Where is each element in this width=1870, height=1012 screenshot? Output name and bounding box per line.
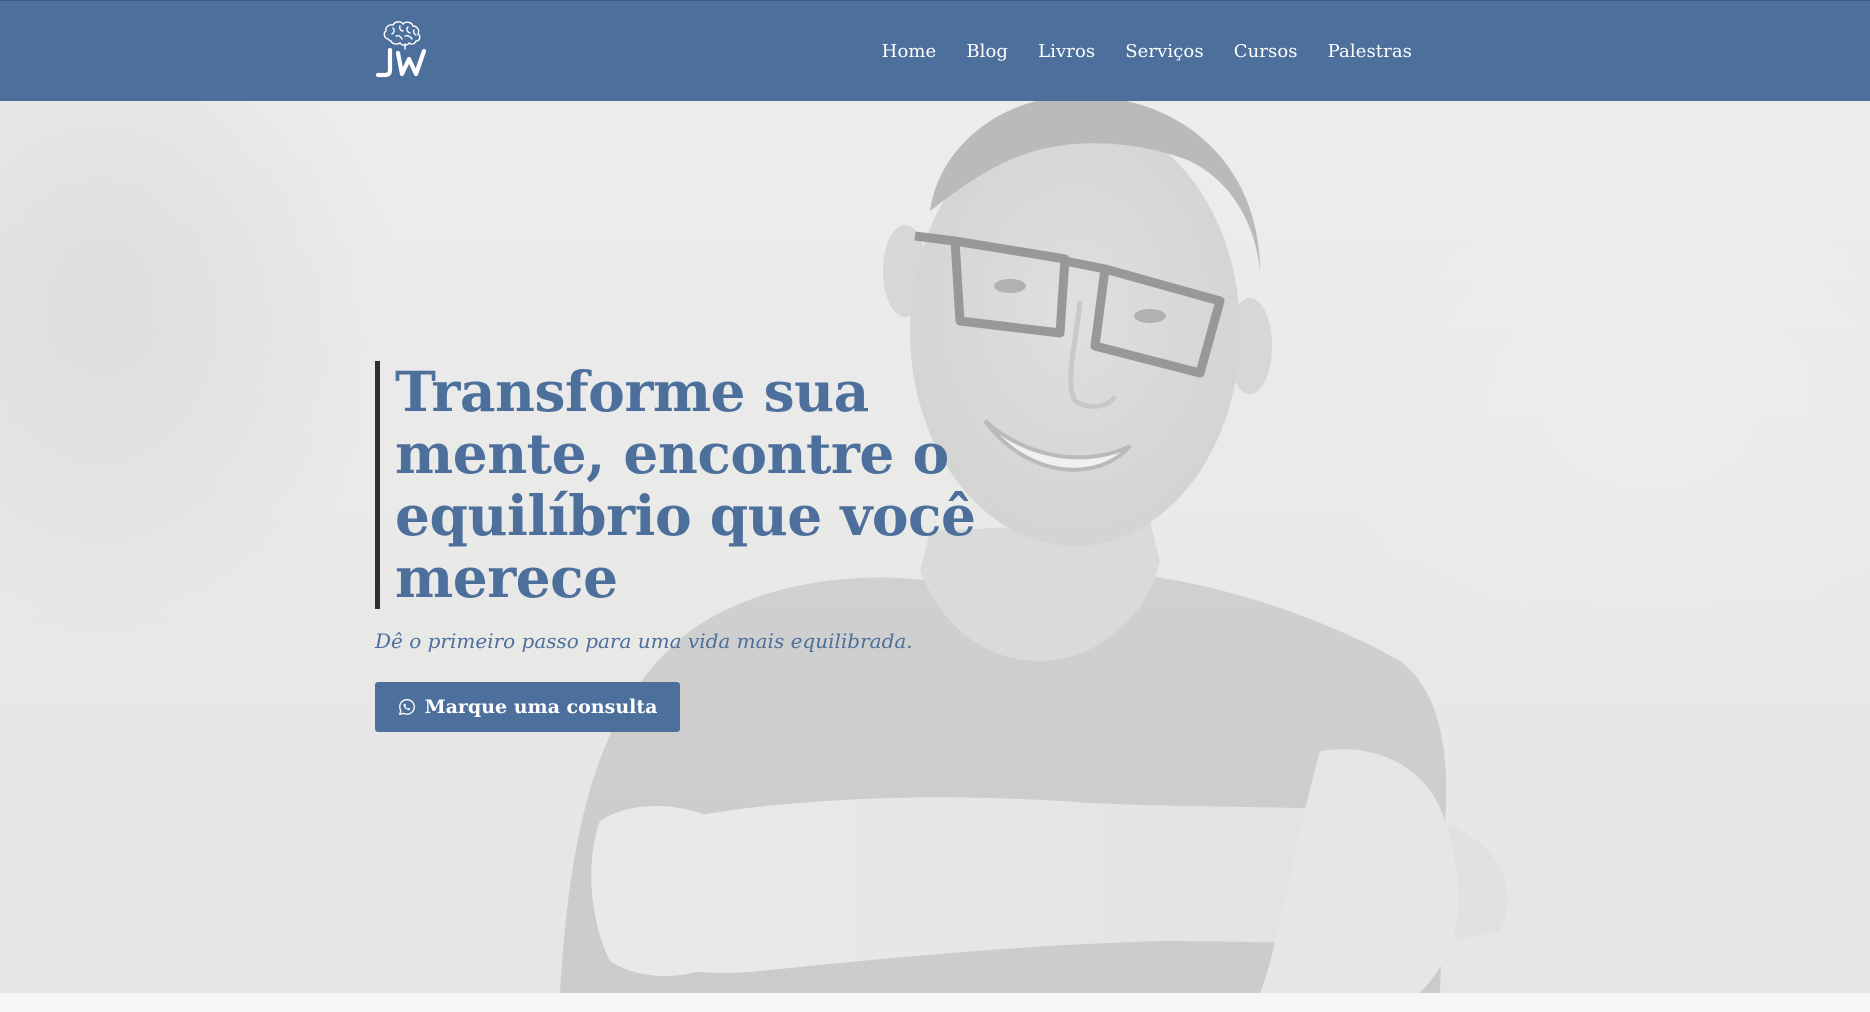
nav-link-servicos[interactable]: Serviços <box>1125 41 1203 62</box>
nav-link-blog[interactable]: Blog <box>966 41 1008 62</box>
next-section-edge <box>0 993 1870 1012</box>
hero-headline: Transforme sua mente, encontre o equilíb… <box>395 359 976 610</box>
main-nav: Home Blog Livros Serviços Cursos Palestr… <box>852 1 1412 101</box>
nav-link-palestras[interactable]: Palestras <box>1328 41 1412 62</box>
whatsapp-icon <box>398 698 415 716</box>
nav-link-cursos[interactable]: Cursos <box>1234 41 1298 62</box>
hero-headline-block: Transforme sua mente, encontre o equilíb… <box>375 361 995 609</box>
hero-subheadline: Dê o primeiro passo para uma vida mais e… <box>375 629 913 653</box>
brain-logo-icon <box>375 21 427 78</box>
nav-link-livros[interactable]: Livros <box>1038 41 1095 62</box>
site-logo[interactable] <box>374 19 430 79</box>
book-consultation-button[interactable]: Marque uma consulta <box>375 682 680 732</box>
top-navbar: Home Blog Livros Serviços Cursos Palestr… <box>0 0 1870 101</box>
nav-link-home[interactable]: Home <box>882 41 937 62</box>
book-consultation-label: Marque uma consulta <box>424 696 658 718</box>
